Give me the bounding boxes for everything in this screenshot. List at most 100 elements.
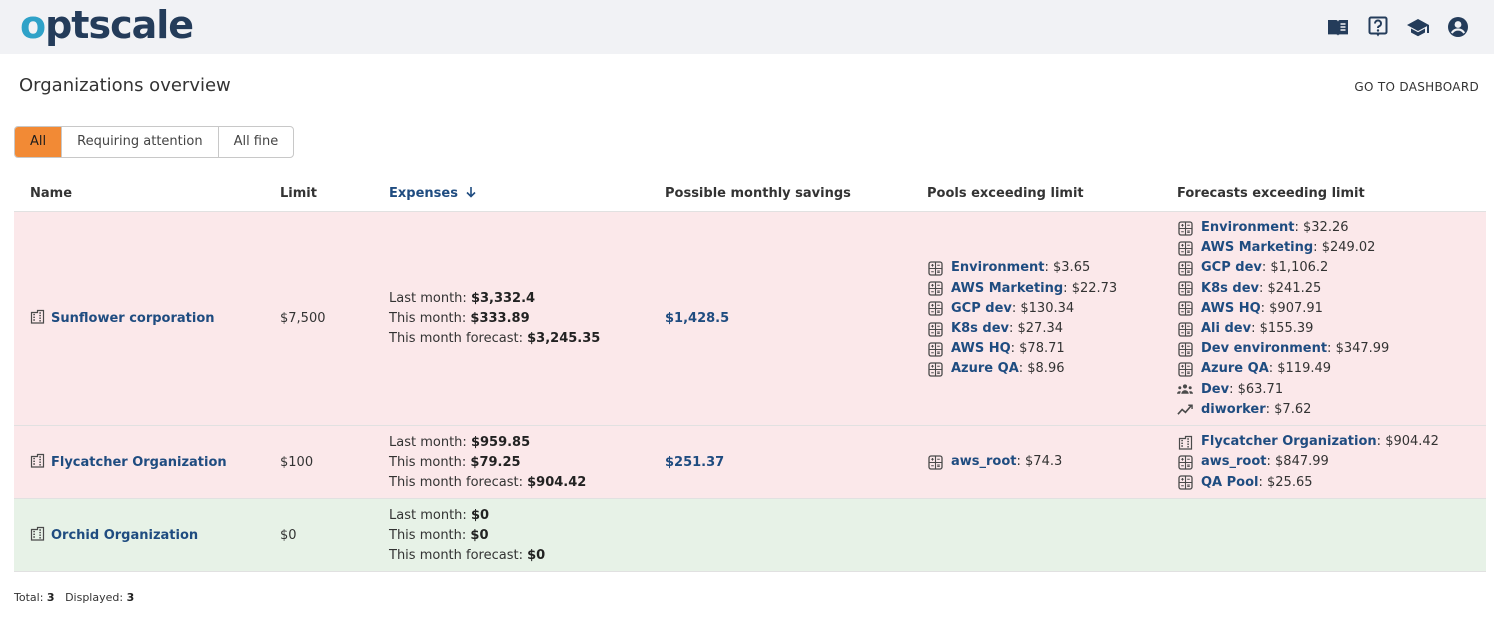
item-name-link[interactable]: Azure QA xyxy=(1201,361,1269,376)
table-row: Sunflower corporation $7,500 Last month: $… xyxy=(14,212,1486,426)
item-name-link[interactable]: GCP dev xyxy=(951,301,1012,316)
item-value: $78.71 xyxy=(1019,341,1065,357)
expenses-cell: Last month: $959.85 This month: $79.25 Thi… xyxy=(389,433,586,493)
savings-value: $251.37 xyxy=(665,454,725,470)
limit-value: $100 xyxy=(280,454,314,470)
graduation-cap-icon[interactable] xyxy=(1406,15,1430,39)
list-item: Dev: $63.71 xyxy=(1177,380,1389,400)
item-name-link[interactable]: aws_root xyxy=(1201,454,1267,469)
list-item: AWS HQ: $907.91 xyxy=(1177,299,1389,319)
limit-value: $0 xyxy=(280,527,297,543)
team-icon xyxy=(1177,382,1193,398)
table-body: Sunflower corporation $7,500 Last month: $… xyxy=(14,212,1486,572)
building-icon xyxy=(30,526,45,545)
pool-icon xyxy=(1177,220,1193,236)
top-bar: optscale xyxy=(0,0,1494,54)
organization-name: Orchid Organization xyxy=(51,527,199,543)
pool-icon xyxy=(927,281,943,297)
item-value: $8.96 xyxy=(1027,361,1065,377)
item-name-link[interactable]: Environment xyxy=(1201,220,1295,235)
item-value: $847.99 xyxy=(1275,454,1329,470)
documentation-icon[interactable] xyxy=(1326,15,1350,39)
list-item: AWS Marketing: $249.02 xyxy=(1177,238,1389,258)
item-name-link[interactable]: aws_root xyxy=(951,454,1017,469)
column-forecasts[interactable]: Forecasts exceeding limit xyxy=(1177,186,1365,201)
organization-name-link[interactable]: Sunflower corporation xyxy=(30,309,215,328)
item-name-link[interactable]: GCP dev xyxy=(1201,260,1262,275)
list-item: diworker: $7.62 xyxy=(1177,400,1389,420)
item-value: $130.34 xyxy=(1020,300,1075,316)
item-name-link[interactable]: Dev xyxy=(1201,382,1229,397)
item-value: $63.71 xyxy=(1237,381,1284,397)
table-header: Name Limit Expenses Possible monthly sav… xyxy=(14,176,1486,212)
pool-icon xyxy=(1177,362,1193,378)
pool-icon xyxy=(1177,301,1193,317)
list-item: Environment: $32.26 xyxy=(1177,218,1389,238)
pool-icon xyxy=(1177,281,1193,297)
item-name-link[interactable]: Flycatcher Organization xyxy=(1201,434,1377,449)
column-expenses[interactable]: Expenses xyxy=(389,186,477,201)
pool-icon xyxy=(1177,475,1193,491)
organization-name-link[interactable]: Orchid Organization xyxy=(30,526,198,545)
go-to-dashboard-link[interactable]: GO TO DASHBOARD xyxy=(1354,80,1479,94)
optscale-logo[interactable]: optscale xyxy=(20,5,194,45)
item-name-link[interactable]: Dev environment xyxy=(1201,341,1327,356)
pools-exceeding-list: aws_root: $74.3 xyxy=(927,452,1062,472)
item-value: $119.49 xyxy=(1277,361,1332,377)
item-name-link[interactable]: K8s dev xyxy=(1201,281,1259,296)
column-limit[interactable]: Limit xyxy=(280,186,317,201)
item-name-link[interactable]: QA Pool xyxy=(1201,475,1258,490)
item-name-link[interactable]: AWS Marketing xyxy=(951,281,1063,296)
total-count: 3 xyxy=(46,591,55,604)
expenses-cell: Last month: $3,332.4 This month: $333.89 T… xyxy=(389,289,600,349)
expense-line-this-month: This month: $0 xyxy=(389,527,489,543)
list-item: aws_root: $74.3 xyxy=(927,452,1062,472)
tab-requiring-attention[interactable]: Requiring attention xyxy=(61,127,217,157)
sort-arrow-down-icon xyxy=(466,187,477,198)
item-name-link[interactable]: Azure QA xyxy=(951,361,1019,376)
forecasts-exceeding-list: Environment: $32.26 AWS Marketing: $249.0… xyxy=(1177,218,1389,420)
list-item: Azure QA: $8.96 xyxy=(927,359,1117,379)
limit-value: $7,500 xyxy=(280,311,326,326)
page-title: Organizations overview xyxy=(19,75,231,96)
filter-tabs: All Requiring attention All fine xyxy=(14,126,295,158)
tab-all-fine[interactable]: All fine xyxy=(217,127,294,157)
item-value: $22.73 xyxy=(1071,280,1118,296)
pool-icon xyxy=(1177,261,1193,277)
organization-name: Flycatcher Organization xyxy=(51,454,227,470)
column-pools[interactable]: Pools exceeding limit xyxy=(927,186,1084,201)
column-name[interactable]: Name xyxy=(30,186,72,201)
item-name-link[interactable]: AWS HQ xyxy=(951,341,1011,356)
pool-icon xyxy=(927,341,943,357)
organization-name-link[interactable]: Flycatcher Organization xyxy=(30,453,227,472)
expense-line-last-month: Last month: $0 xyxy=(389,507,490,523)
item-name-link[interactable]: AWS HQ xyxy=(1201,301,1261,316)
expense-line-this-month: This month: $79.25 xyxy=(389,454,521,470)
item-name-link[interactable]: Ali dev xyxy=(1201,321,1251,336)
list-item: GCP dev: $1,106.2 xyxy=(1177,258,1389,278)
savings-value: $1,428.5 xyxy=(665,311,730,326)
table-row: Flycatcher Organization $100 Last month: $… xyxy=(14,426,1486,499)
list-item: K8s dev: $241.25 xyxy=(1177,279,1389,299)
item-value: $25.65 xyxy=(1267,474,1313,490)
list-item: Azure QA: $119.49 xyxy=(1177,359,1389,379)
tab-all[interactable]: All xyxy=(15,127,62,157)
item-value: $907.91 xyxy=(1269,300,1323,316)
column-savings[interactable]: Possible monthly savings xyxy=(665,186,851,201)
pools-exceeding-list: Environment: $3.65 AWS Marketing: $22.73 G… xyxy=(927,258,1117,379)
item-value: $155.39 xyxy=(1259,321,1314,337)
help-icon[interactable] xyxy=(1366,15,1390,39)
account-icon[interactable] xyxy=(1446,15,1470,39)
expense-line-last-month: Last month: $3,332.4 xyxy=(389,291,536,306)
item-name-link[interactable]: Environment xyxy=(951,260,1045,275)
expense-line-forecast: This month forecast: $904.42 xyxy=(389,474,587,490)
item-name-link[interactable]: AWS Marketing xyxy=(1201,240,1313,255)
item-value: $347.99 xyxy=(1335,341,1390,357)
item-value: $7.62 xyxy=(1274,401,1312,417)
item-name-link[interactable]: K8s dev xyxy=(951,321,1009,336)
list-item: Ali dev: $155.39 xyxy=(1177,319,1389,339)
item-value: $27.34 xyxy=(1017,321,1064,336)
list-item: aws_root: $847.99 xyxy=(1177,452,1439,472)
expense-line-this-month: This month: $333.89 xyxy=(389,311,530,326)
item-name-link[interactable]: diworker xyxy=(1201,402,1266,417)
